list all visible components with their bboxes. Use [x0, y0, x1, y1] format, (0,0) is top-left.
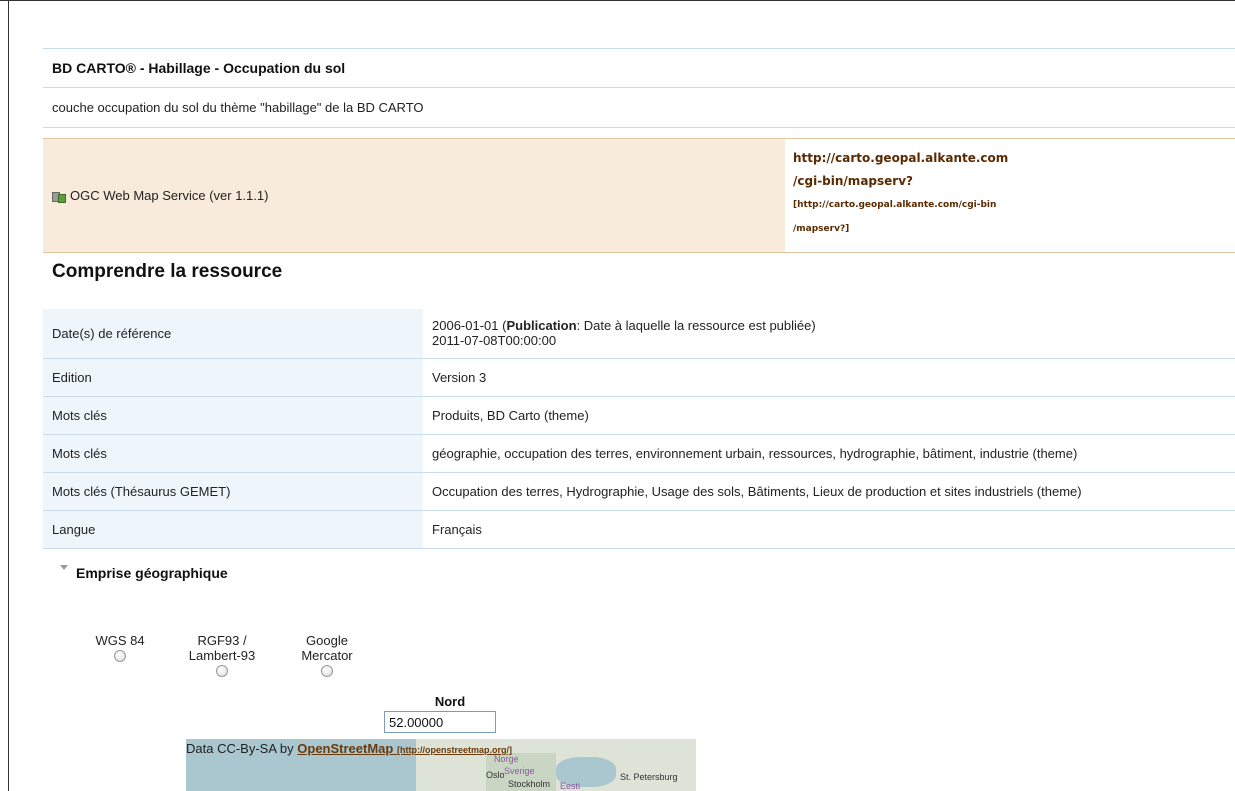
projection-lambert93[interactable]: RGF93 / Lambert-93 — [180, 633, 264, 677]
table-key: Mots clés — [43, 396, 423, 435]
emprise-toggle[interactable]: Emprise géographique — [60, 565, 228, 581]
projection-label-2: Mercator — [301, 648, 353, 663]
table-key: Langue — [43, 510, 423, 549]
ref-date-type: Publication — [506, 318, 577, 334]
map-service-icon — [52, 189, 66, 203]
map-label-stockholm: Stockholm — [508, 779, 551, 789]
table-key: Edition — [43, 358, 423, 397]
table-key: Date(s) de référence — [43, 309, 423, 359]
window-left-border — [8, 0, 9, 791]
metadata-content: BD CARTO® - Habillage - Occupation du so… — [43, 48, 1235, 549]
projection-label: WGS 84 — [95, 633, 145, 648]
service-url-bracket2[interactable]: /mapserv?] — [793, 217, 1235, 241]
projection-label-2: Lambert-93 — [188, 648, 256, 663]
table-row: Mots clés Produits, BD Carto (theme) — [43, 396, 1235, 435]
service-url-line1[interactable]: http://carto.geopal.alkante.com — [793, 147, 1235, 170]
ref-date-1: 2006-01-01 — [432, 318, 499, 334]
table-row: Mots clés géographie, occupation des ter… — [43, 434, 1235, 473]
table-value: Version 3 — [423, 358, 1235, 397]
service-url-line2[interactable]: /cgi-bin/mapserv? — [793, 170, 1235, 193]
table-key: Mots clés — [43, 434, 423, 473]
table-value: 2006-01-01 (Publication: Date à laquelle… — [423, 309, 1235, 359]
nord-input[interactable] — [384, 711, 496, 733]
nord-label: Nord — [434, 694, 466, 709]
table-row: Mots clés (Thésaurus GEMET) Occupation d… — [43, 472, 1235, 511]
openstreetmap-url[interactable]: [http://openstreetmap.org/] — [397, 745, 512, 755]
table-key: Mots clés (Thésaurus GEMET) — [43, 472, 423, 511]
section-title: Comprendre la ressource — [52, 261, 283, 282]
ref-date-2: 2011-07-08T00:00:00 — [432, 333, 557, 349]
emprise-label: Emprise géographique — [76, 565, 228, 581]
projection-google-mercator[interactable]: Google Mercator — [294, 633, 360, 677]
service-url-bracket1[interactable]: [http://carto.geopal.alkante.com/cgi-bin — [793, 193, 1235, 217]
projection-label: Google — [306, 633, 348, 648]
collapse-triangle-icon[interactable] — [60, 565, 68, 570]
service-left: OGC Web Map Service (ver 1.1.1) — [43, 139, 785, 252]
abstract-row: couche occupation du sol du thème "habil… — [43, 88, 1235, 128]
window-top-border — [0, 0, 1235, 6]
table-value: Français — [423, 510, 1235, 549]
table-value: Produits, BD Carto (theme) — [423, 396, 1235, 435]
map-attribution: Data CC-By-SA by OpenStreetMap [http://o… — [186, 741, 512, 756]
title-row: BD CARTO® - Habillage - Occupation du so… — [43, 48, 1235, 88]
service-box: OGC Web Map Service (ver 1.1.1) http://c… — [43, 138, 1235, 253]
openstreetmap-link-text[interactable]: OpenStreetMap — [297, 741, 393, 756]
service-label: OGC Web Map Service (ver 1.1.1) — [70, 188, 269, 203]
table-value: Occupation des terres, Hydrographie, Usa… — [423, 472, 1235, 511]
metadata-table: Date(s) de référence 2006-01-01 (Publica… — [43, 309, 1235, 549]
table-row: Langue Français — [43, 510, 1235, 549]
resource-abstract: couche occupation du sol du thème "habil… — [52, 100, 424, 115]
map-label-oslo: Oslo — [486, 770, 505, 780]
openstreetmap-link[interactable]: OpenStreetMap [http://openstreetmap.org/… — [297, 741, 512, 756]
table-row: Date(s) de référence 2006-01-01 (Publica… — [43, 309, 1235, 359]
map-viewer[interactable]: Norge Oslo Sverige St. Petersburg Stockh… — [186, 739, 696, 791]
service-url-link[interactable]: http://carto.geopal.alkante.com /cgi-bin… — [785, 139, 1235, 252]
resource-title: BD CARTO® - Habillage - Occupation du so… — [52, 60, 346, 76]
projection-lambert93-radio[interactable] — [216, 665, 228, 677]
table-row: Edition Version 3 — [43, 358, 1235, 397]
map-label-sverige: Sverige — [504, 766, 535, 776]
projection-wgs84-radio[interactable] — [114, 650, 126, 662]
map-label-eesti: Eesti — [560, 781, 581, 791]
projection-label: RGF93 / — [197, 633, 247, 648]
projection-mercator-radio[interactable] — [321, 665, 333, 677]
projection-wgs84[interactable]: WGS 84 — [92, 633, 148, 662]
map-label-stpetersburg: St. Petersburg — [620, 772, 678, 782]
attribution-prefix: Data CC-By-SA by — [186, 741, 298, 756]
ref-date-desc: : Date à laquelle la ressource est publi… — [576, 318, 816, 334]
table-value: géographie, occupation des terres, envir… — [423, 434, 1235, 473]
